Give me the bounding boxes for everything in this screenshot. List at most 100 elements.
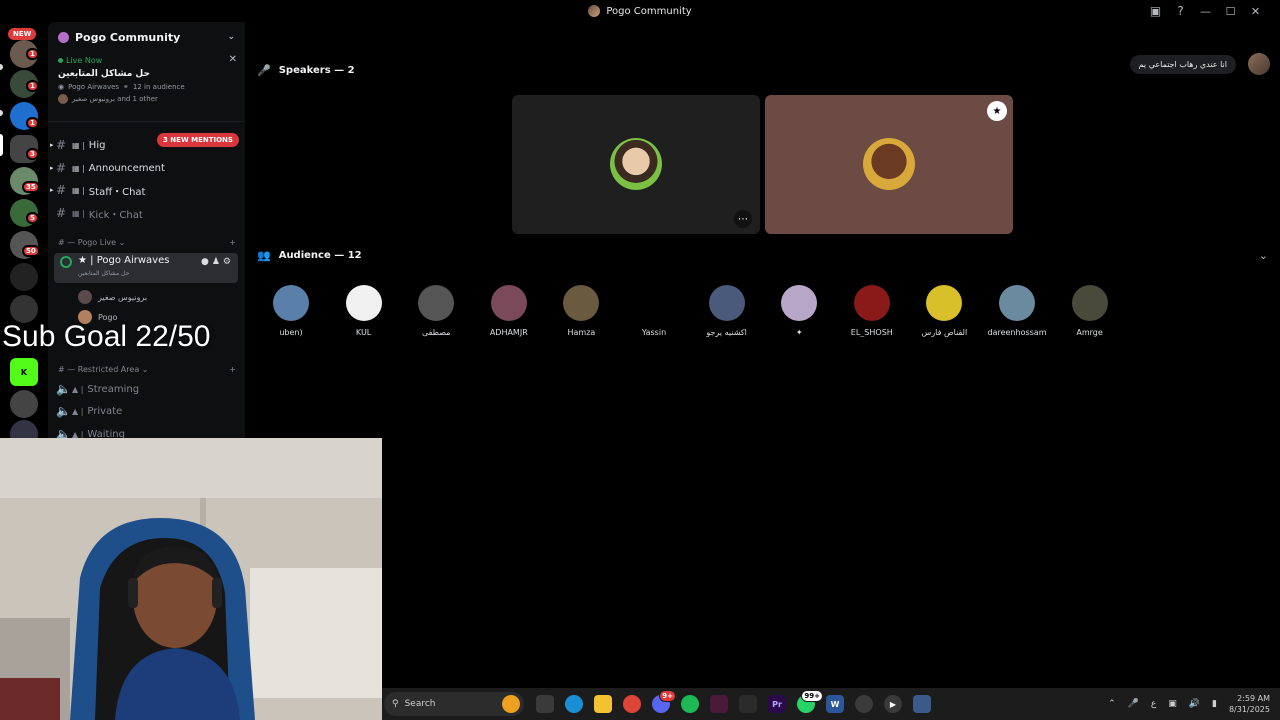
language-indicator[interactable]: ع (1151, 699, 1156, 709)
app-logo-icon (588, 5, 601, 17)
avatar[interactable] (1248, 53, 1270, 75)
chrome-icon[interactable] (623, 695, 641, 713)
audience-member[interactable]: dareenhossam (987, 285, 1047, 337)
spotify-icon[interactable] (681, 695, 699, 713)
audience-member[interactable]: ADHAMJR (479, 285, 539, 337)
headphones-icon: ⚭ (123, 83, 129, 91)
avatar (58, 94, 68, 104)
new-mentions-badge[interactable]: 3 NEW MENTIONS (157, 133, 239, 147)
microphone-icon: 🎤 (257, 64, 271, 77)
battery-icon[interactable]: ▮ (1212, 699, 1217, 709)
server-icon[interactable] (10, 390, 38, 418)
discord-icon[interactable]: 9+ (652, 690, 676, 713)
people-icon: 👥 (257, 249, 271, 262)
invite-icon[interactable]: ♟ (212, 257, 223, 267)
archive-icon[interactable] (739, 695, 757, 713)
channel-kick-chat[interactable]: # ▦ | Kick・Chat (56, 203, 238, 223)
live-status: Live Now (58, 56, 235, 65)
speaker-tile[interactable]: ⋯ (512, 95, 760, 234)
voice-channel-pogo-airwaves[interactable]: ★ | Pogo Airwaves حل مشاكل المتابعين ●♟⚙ (54, 253, 238, 283)
chevron-down-icon[interactable]: ⌄ (1259, 249, 1268, 262)
help-icon[interactable]: ? (1168, 0, 1193, 22)
server-icon[interactable] (10, 263, 38, 291)
live-meta: ◉ Pogo Airwaves ⚭ 12 in audience (58, 83, 235, 91)
webcam-feed (0, 438, 382, 720)
word-icon[interactable]: W (826, 695, 844, 713)
close-icon[interactable]: ✕ (229, 54, 237, 65)
audience-member[interactable]: ✦ (769, 285, 829, 337)
server-name: Pogo Community (75, 30, 181, 44)
audience-member[interactable]: Amrge (1060, 285, 1120, 337)
more-options-icon[interactable]: ⋯ (734, 210, 752, 228)
audience-member[interactable]: Yassin (624, 285, 684, 337)
widgets-icon[interactable] (502, 695, 520, 713)
microphone-icon[interactable]: 🎤 (1128, 699, 1139, 709)
gear-icon[interactable]: ⚙ (223, 257, 234, 267)
unread-badge: 1 (26, 117, 39, 129)
unread-badge: 1 (26, 48, 39, 60)
whatsapp-icon[interactable]: 99+ (797, 690, 823, 713)
calculator-icon[interactable] (913, 695, 931, 713)
maximize-button[interactable]: ☐ (1218, 0, 1243, 22)
minimize-button[interactable]: — (1193, 0, 1218, 22)
moderator-icon: ★ (987, 101, 1007, 121)
player-icon[interactable]: ▶ (884, 695, 902, 713)
kick-server-icon[interactable]: K (10, 358, 38, 386)
stage-icon: ◉ (58, 83, 65, 91)
premiere-icon[interactable]: Pr (768, 695, 786, 713)
live-audience-count: 12 in audience (132, 83, 185, 91)
channel-staff-chat[interactable]: ▸ # ▦ | Staff・Chat (50, 180, 238, 200)
network-icon[interactable]: ▣ (1168, 699, 1177, 709)
speakers-header-label: Speakers — 2 (278, 65, 355, 76)
selected-pill (0, 134, 3, 156)
app-icon[interactable] (855, 695, 873, 713)
audience-member[interactable]: EL_SHOSH (842, 285, 902, 337)
live-stage-card[interactable]: ✕ Live Now حل مشاكل المتابعين ◉ Pogo Air… (48, 52, 245, 122)
audience-member[interactable]: القناص فارس (914, 285, 974, 337)
clock-date: 8/31/2025 (1228, 705, 1270, 714)
window-controls: ▣ ? — ☐ ✕ (1143, 0, 1268, 22)
voice-channel-name-row: ★ | Pogo Airwaves (78, 255, 170, 266)
audience-name: ✦ (795, 328, 803, 337)
audience-member[interactable]: اكشنيه يرجو (697, 285, 757, 337)
live-people-label: برونيوس صغير and 1 other (72, 95, 158, 103)
close-button[interactable]: ✕ (1243, 0, 1268, 22)
chat-icon[interactable]: ● (201, 257, 212, 267)
live-people: برونيوس صغير and 1 other (58, 94, 235, 104)
audience-header: 👥 Audience — 12 (257, 249, 362, 262)
audience-member[interactable]: KUL (334, 285, 394, 337)
media-app-icon[interactable] (710, 695, 728, 713)
speaker-tile[interactable]: ★ (765, 95, 1013, 234)
voice-user[interactable]: برونيوس صغير (78, 290, 147, 304)
server-header[interactable]: Pogo Community ⌄ (48, 22, 245, 52)
edge-icon[interactable] (565, 695, 583, 713)
clock[interactable]: 2:59 AM 8/31/2025 (1229, 693, 1270, 715)
server-icon[interactable] (10, 295, 38, 323)
live-channel: Pogo Airwaves (68, 83, 120, 91)
unread-badge: 99+ (801, 690, 823, 702)
add-channel-icon[interactable]: + (229, 365, 236, 374)
file-explorer-icon[interactable] (594, 695, 612, 713)
channel-streaming[interactable]: 🔈 ▲ | Streaming (56, 379, 238, 399)
unread-badge: 3 (26, 148, 39, 160)
volume-icon[interactable]: 🔊 (1189, 699, 1200, 709)
inbox-icon[interactable]: ▣ (1143, 0, 1168, 22)
chevron-up-icon[interactable]: ⌃ (1108, 699, 1116, 709)
channel-waiting[interactable]: 🔈 ▲ | Waiting (56, 424, 238, 438)
category-restricted-area[interactable]: # — Restricted Area ⌄ + (58, 365, 236, 374)
channel-announcement[interactable]: ▸ # ▦ | Announcement (50, 158, 238, 178)
channel-private[interactable]: 🔈 ▲ | Private (56, 401, 238, 421)
audience-member[interactable]: Hamza (551, 285, 611, 337)
rules-icon: ▦ | (72, 140, 85, 150)
add-channel-icon[interactable]: + (229, 238, 236, 247)
category-label: — Pogo Live (67, 238, 117, 247)
voice-channel-actions: ●♟⚙ (201, 257, 234, 267)
audience-member[interactable]: مصطفى (406, 285, 466, 337)
channel-name: Staff・Chat (88, 186, 146, 198)
task-view-icon[interactable] (536, 695, 554, 713)
arrow-icon: ▸ (50, 186, 54, 194)
category-pogo-live[interactable]: # — Pogo Live ⌄ + (58, 238, 236, 247)
chevron-down-icon[interactable]: ⌄ (227, 32, 235, 42)
lock-icon: ▲ | (72, 384, 84, 394)
audience-member[interactable]: uben) (261, 285, 321, 337)
